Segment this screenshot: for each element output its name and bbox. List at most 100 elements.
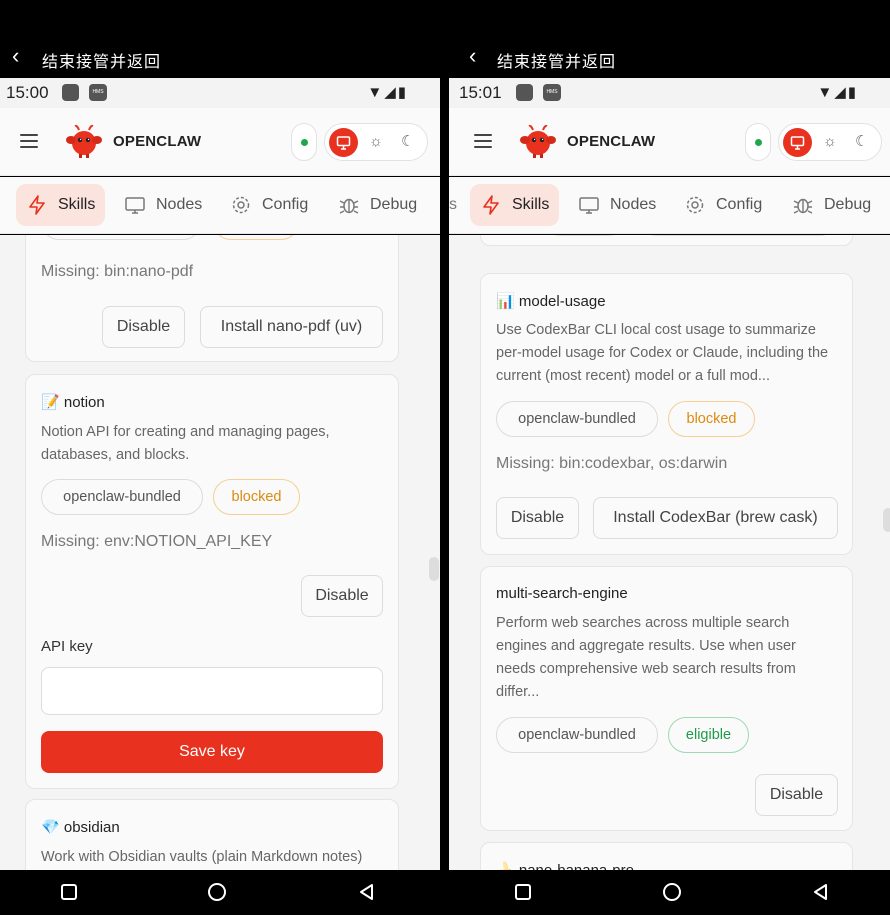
- status-bar: 15:01 HMS ▼◢▮: [449, 78, 890, 108]
- tab-nodes[interactable]: Nodes: [124, 184, 202, 226]
- triangle-back-icon[interactable]: [357, 882, 377, 902]
- notification-icon: [62, 84, 79, 101]
- skill-name-text: model-usage: [518, 293, 606, 310]
- skill-card-model-usage: 📊 model-usage Use CodexBar CLI local cos…: [480, 273, 853, 555]
- sun-icon[interactable]: ☼: [369, 133, 383, 150]
- missing-requirements: Missing: bin:nano-pdf: [41, 263, 194, 280]
- gear-icon: [686, 196, 704, 214]
- end-takeover-title[interactable]: 结束接管并返回: [42, 48, 161, 72]
- tab-bar: s Skills Nodes Config Debug: [449, 177, 890, 234]
- api-key-label: API key: [41, 638, 93, 655]
- install-button[interactable]: [639, 235, 838, 236]
- scrollbar-thumb[interactable]: [883, 508, 890, 532]
- skills-list[interactable]: Missing: bin:nano-pdf Disable Install na…: [0, 235, 440, 870]
- lobster-logo-icon: [520, 124, 556, 158]
- tab-overflow-fragment[interactable]: s: [449, 184, 457, 226]
- bar-chart-icon: 📊: [496, 293, 515, 310]
- lobster-logo-icon: [66, 124, 102, 158]
- tab-skills-label: Skills: [512, 196, 550, 213]
- skill-description: Perform web searches across multiple sea…: [496, 615, 796, 700]
- bug-icon: [339, 198, 359, 214]
- skill-card-previous: [480, 235, 853, 246]
- theme-toggle-group: ☼ ☾: [778, 123, 882, 161]
- tab-skills-label: Skills: [58, 196, 96, 213]
- tab-skills[interactable]: Skills: [16, 184, 106, 226]
- lightning-icon: [29, 195, 45, 215]
- skill-name: 📊 model-usage: [496, 292, 606, 310]
- skill-card-multi-search-engine: multi-search-engine Perform web searches…: [480, 566, 853, 831]
- tab-config-label: Config: [716, 196, 763, 213]
- circle-icon[interactable]: [662, 882, 682, 902]
- end-takeover-title[interactable]: 结束接管并返回: [497, 48, 616, 72]
- skill-name: 🍌 nano-banana-pro: [496, 861, 634, 870]
- skill-name: 📝 notion: [41, 393, 105, 411]
- tab-bar: Skills Nodes Config Debug: [0, 177, 440, 234]
- api-key-input[interactable]: [41, 667, 383, 715]
- scrollbar-thumb[interactable]: [429, 557, 439, 581]
- bug-icon: [793, 198, 813, 214]
- right-phone-screen: ‹ 结束接管并返回 15:01 HMS ▼◢▮ OPENCLAW ☼ ☾ s S…: [449, 0, 890, 915]
- back-chevron-icon[interactable]: ‹: [12, 45, 19, 67]
- gem-icon: 💎: [41, 819, 60, 836]
- sun-icon[interactable]: ☼: [823, 133, 837, 150]
- monitor-icon: [790, 136, 805, 150]
- memo-icon: 📝: [41, 394, 60, 411]
- menu-icon[interactable]: [20, 134, 38, 148]
- square-icon[interactable]: [513, 882, 533, 902]
- source-chip: openclaw-bundled: [496, 401, 658, 437]
- source-chip: [543, 235, 626, 236]
- disable-button[interactable]: Disable: [496, 497, 579, 539]
- status-time: 15:01: [459, 83, 502, 102]
- tab-config[interactable]: Config: [230, 184, 308, 226]
- tab-skills[interactable]: Skills: [470, 184, 560, 226]
- wifi-signal-battery-icon: ▼◢▮: [817, 84, 858, 101]
- skill-description: Notion API for creating and managing pag…: [41, 424, 330, 463]
- lightning-icon: [483, 195, 499, 215]
- theme-toggle-group: ☼ ☾: [324, 123, 428, 161]
- moon-icon[interactable]: ☾: [401, 132, 414, 150]
- left-phone-screen: ‹ 结束接管并返回 15:00 HMS ▼◢▮ OPENCLAW ☼ ☾ Ski…: [0, 0, 440, 915]
- source-chip: openclaw-bundled: [496, 717, 658, 753]
- disable-button[interactable]: Disable: [755, 774, 838, 816]
- skill-card-notion: 📝 notion Notion API for creating and man…: [25, 374, 399, 789]
- brand-name: OPENCLAW: [567, 133, 656, 150]
- tab-nodes-label: Nodes: [610, 196, 657, 213]
- disable-button[interactable]: Disable: [102, 306, 185, 348]
- moon-icon[interactable]: ☾: [855, 132, 868, 150]
- app-header: OPENCLAW ☼ ☾: [449, 108, 890, 176]
- source-chip: openclaw-bundled: [41, 479, 203, 515]
- skills-list[interactable]: 📊 model-usage Use CodexBar CLI local cos…: [449, 235, 890, 870]
- square-icon[interactable]: [59, 882, 79, 902]
- menu-icon[interactable]: [474, 134, 492, 148]
- monitor-icon: [125, 197, 145, 214]
- theme-system-button[interactable]: [329, 128, 358, 157]
- status-chip: [213, 235, 299, 240]
- circle-icon[interactable]: [207, 882, 227, 902]
- gear-icon: [232, 196, 250, 214]
- back-chevron-icon[interactable]: ‹: [469, 45, 476, 67]
- save-key-button[interactable]: Save key: [41, 731, 383, 773]
- takeover-bar: ‹ 结束接管并返回: [449, 0, 890, 78]
- skill-card-obsidian: 💎 obsidian Work with Obsidian vaults (pl…: [25, 799, 399, 870]
- tab-nodes-label: Nodes: [156, 196, 203, 213]
- skill-name: multi-search-engine: [496, 585, 628, 602]
- notification-icon: [516, 84, 533, 101]
- tab-config[interactable]: Config: [684, 184, 762, 226]
- tab-debug[interactable]: Debug: [792, 184, 871, 226]
- online-dot-icon: [755, 139, 762, 146]
- install-button[interactable]: Install nano-pdf (uv): [200, 306, 383, 348]
- tab-debug[interactable]: Debug: [338, 184, 417, 226]
- theme-system-button[interactable]: [783, 128, 812, 157]
- install-button[interactable]: Install CodexBar (brew cask): [593, 497, 838, 539]
- status-chip: eligible: [668, 717, 749, 753]
- hms-icon: HMS: [89, 84, 107, 101]
- tab-nodes[interactable]: Nodes: [578, 184, 656, 226]
- skill-name-text: nano-banana-pro: [519, 862, 634, 870]
- disable-button[interactable]: Disable: [301, 575, 383, 617]
- app-header: OPENCLAW ☼ ☾: [0, 108, 440, 176]
- status-bar: 15:00 HMS ▼◢▮: [0, 78, 440, 108]
- triangle-back-icon[interactable]: [811, 882, 831, 902]
- skill-description: Use CodexBar CLI local cost usage to sum…: [496, 322, 829, 384]
- skill-card-nano-pdf: Missing: bin:nano-pdf Disable Install na…: [25, 235, 399, 362]
- skill-name-text: notion: [63, 394, 105, 411]
